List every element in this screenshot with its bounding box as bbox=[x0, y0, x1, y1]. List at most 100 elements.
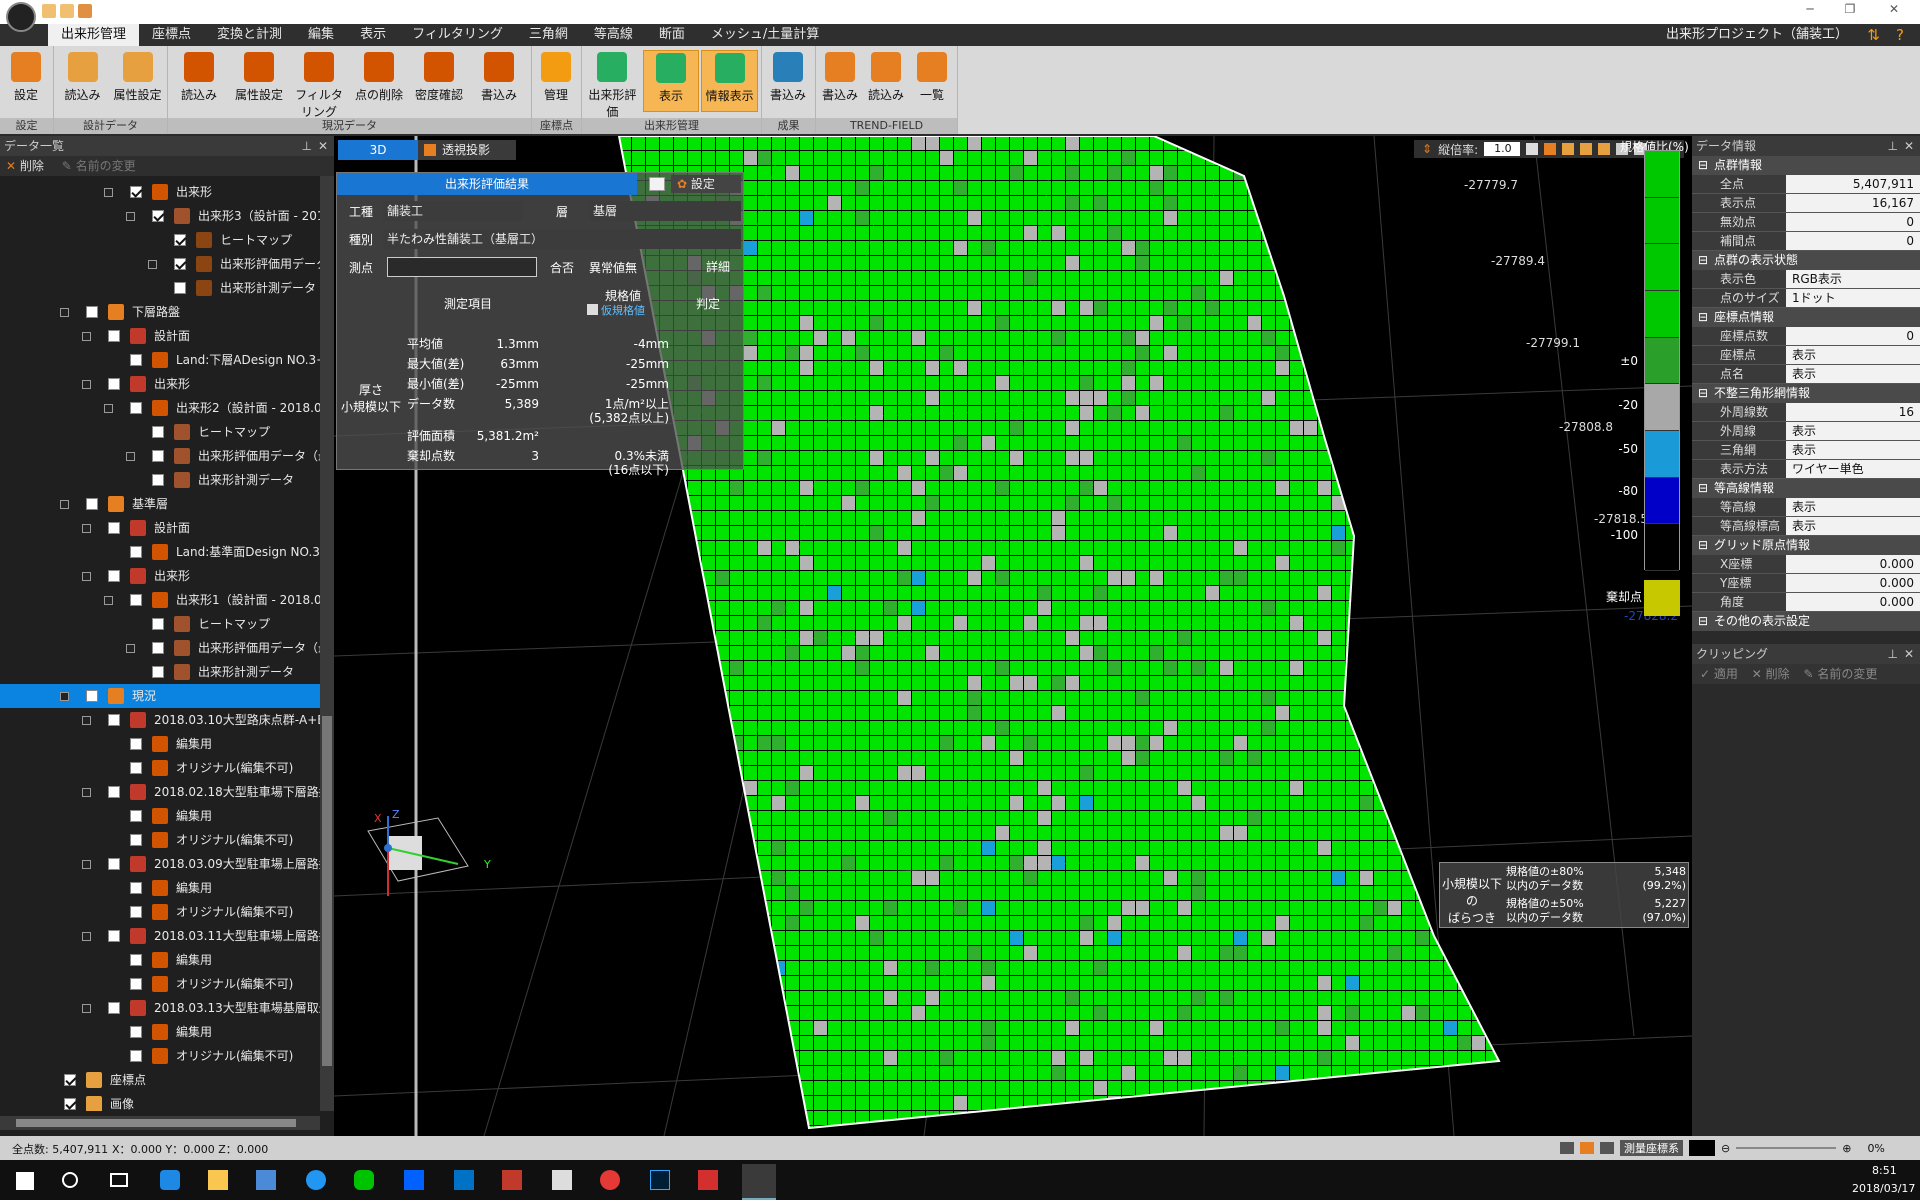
ribbon-button-4-1[interactable]: 表示 bbox=[642, 50, 700, 112]
property-value[interactable]: 表示 bbox=[1786, 517, 1920, 535]
ribbon-button-4-0[interactable]: 出来形評価 bbox=[584, 50, 641, 119]
kind-select[interactable]: 半たわみ性舗装工（基層工） bbox=[383, 229, 741, 249]
collapse-icon[interactable]: ⊟ bbox=[1698, 251, 1708, 270]
tree-item[interactable]: 2018.03.10大型路床点群-A+B格子フ bbox=[0, 708, 334, 732]
expand-toggle-icon[interactable] bbox=[82, 860, 91, 869]
tree-item[interactable]: 座標点 bbox=[0, 1068, 334, 1092]
collapse-icon[interactable]: ⊟ bbox=[1698, 384, 1708, 403]
copy-icon[interactable] bbox=[649, 177, 665, 191]
tree-checkbox[interactable] bbox=[130, 834, 142, 846]
tree-item[interactable]: 編集用 bbox=[0, 948, 334, 972]
expand-toggle-icon[interactable] bbox=[104, 188, 113, 197]
quick-access-save-icon[interactable] bbox=[78, 4, 92, 18]
tree-checkbox[interactable] bbox=[130, 738, 142, 750]
property-row[interactable]: 座標点 表示 bbox=[1692, 346, 1920, 365]
tree-item[interactable]: 出来形2（設計面 - 2018.02.18大 bbox=[0, 396, 334, 420]
clipping-delete-button[interactable]: 削除 bbox=[1766, 667, 1790, 681]
expand-toggle-icon[interactable] bbox=[126, 452, 135, 461]
property-row[interactable]: 点のサイズ 1ドット bbox=[1692, 289, 1920, 308]
tree-checkbox[interactable] bbox=[64, 1074, 76, 1086]
tree-checkbox[interactable] bbox=[108, 930, 120, 942]
tree-checkbox[interactable] bbox=[64, 1098, 76, 1110]
pin-icon[interactable]: ⊥ bbox=[302, 136, 312, 156]
tree-item[interactable]: オリジナル(編集不可) bbox=[0, 756, 334, 780]
tree-item[interactable]: 2018.03.11大型駐車場上層路盤2層目 bbox=[0, 924, 334, 948]
tree-checkbox[interactable] bbox=[130, 546, 142, 558]
property-value[interactable]: 表示 bbox=[1786, 441, 1920, 459]
vertical-scrollbar[interactable] bbox=[320, 176, 334, 1111]
delete-button[interactable]: 削除 bbox=[20, 159, 44, 173]
expand-toggle-icon[interactable] bbox=[82, 572, 91, 581]
property-value[interactable]: RGB表示 bbox=[1786, 270, 1920, 288]
collapse-icon[interactable]: ⊟ bbox=[1698, 536, 1708, 555]
property-value[interactable]: 表示 bbox=[1786, 346, 1920, 364]
quick-access-redo-icon[interactable] bbox=[60, 4, 74, 18]
view-right-icon[interactable] bbox=[1598, 143, 1611, 155]
property-section-header[interactable]: ⊟ 不整三角形網情報 bbox=[1692, 384, 1920, 403]
video-editor-icon[interactable] bbox=[552, 1170, 572, 1190]
property-row[interactable]: 点名 表示 bbox=[1692, 365, 1920, 384]
expand-toggle-icon[interactable] bbox=[126, 212, 135, 221]
property-value[interactable]: 0.000 bbox=[1786, 593, 1920, 611]
ribbon-button-2-2[interactable]: フィルタリング bbox=[290, 50, 348, 119]
start-icon[interactable] bbox=[16, 1172, 34, 1190]
collapse-icon[interactable]: ⊟ bbox=[1698, 308, 1708, 327]
property-value[interactable]: 5,407,911 bbox=[1786, 175, 1920, 193]
tree-checkbox[interactable] bbox=[174, 282, 186, 294]
tree-item[interactable]: 出来形評価用データ（最積 bbox=[0, 444, 334, 468]
coordinate-system-selector[interactable]: 測量座標系 bbox=[1620, 1140, 1683, 1156]
measure-icon[interactable] bbox=[1600, 1142, 1614, 1154]
tree-checkbox[interactable] bbox=[130, 762, 142, 774]
ribbon-button-6-0[interactable]: 書込み bbox=[818, 50, 862, 112]
menu-7[interactable]: 等高線 bbox=[581, 24, 646, 46]
detail-button[interactable]: 詳細 bbox=[697, 257, 739, 277]
tree-checkbox[interactable] bbox=[108, 522, 120, 534]
property-row[interactable]: 補間点 0 bbox=[1692, 232, 1920, 251]
property-value[interactable]: 表示 bbox=[1786, 498, 1920, 516]
ribbon-button-2-0[interactable]: 読込み bbox=[170, 50, 228, 112]
property-section-header[interactable]: ⊟ グリッド原点情報 bbox=[1692, 536, 1920, 555]
ribbon-button-4-2[interactable]: 情報表示 bbox=[701, 50, 758, 112]
sort-icon[interactable]: ⇅ bbox=[1867, 26, 1880, 44]
close-button[interactable]: ✕ bbox=[1884, 2, 1904, 20]
tree-checkbox[interactable] bbox=[130, 954, 142, 966]
tree-checkbox[interactable] bbox=[130, 186, 142, 198]
menu-4[interactable]: 表示 bbox=[347, 24, 399, 46]
tree-checkbox[interactable] bbox=[152, 618, 164, 630]
task-view-icon[interactable] bbox=[110, 1173, 128, 1187]
app-icon[interactable] bbox=[502, 1170, 522, 1190]
expand-toggle-icon[interactable] bbox=[60, 500, 69, 509]
view-left-icon[interactable] bbox=[1580, 143, 1593, 155]
ribbon-button-2-4[interactable]: 密度確認 bbox=[410, 50, 468, 112]
property-section-header[interactable]: ⊟ 点群情報 bbox=[1692, 156, 1920, 175]
menu-6[interactable]: 三角網 bbox=[516, 24, 581, 46]
property-value[interactable]: 0.000 bbox=[1786, 555, 1920, 573]
tree-checkbox[interactable] bbox=[108, 786, 120, 798]
point-input[interactable] bbox=[387, 257, 537, 277]
property-row[interactable]: 外周線数 16 bbox=[1692, 403, 1920, 422]
property-row[interactable]: Y座標 0.000 bbox=[1692, 574, 1920, 593]
ribbon-button-0-0[interactable]: 設定 bbox=[2, 50, 50, 112]
quick-access-undo-icon[interactable] bbox=[42, 4, 56, 18]
explorer-icon[interactable] bbox=[208, 1170, 228, 1190]
pin-icon[interactable]: ⊥ bbox=[1888, 136, 1898, 156]
tree-item[interactable]: 出来形 bbox=[0, 180, 334, 204]
ribbon-button-2-3[interactable]: 点の削除 bbox=[350, 50, 408, 112]
tree-checkbox[interactable] bbox=[86, 306, 98, 318]
tree-item[interactable]: Land:基準面Design NO.3+4.529 bbox=[0, 540, 334, 564]
property-row[interactable]: 等高線標高 表示 bbox=[1692, 517, 1920, 536]
property-value[interactable]: 0 bbox=[1786, 232, 1920, 250]
dropbox-icon[interactable] bbox=[404, 1170, 424, 1190]
close-panel-icon[interactable]: ✕ bbox=[1904, 136, 1914, 156]
ribbon-button-6-1[interactable]: 読込み bbox=[864, 50, 908, 112]
expand-toggle-icon[interactable] bbox=[104, 596, 113, 605]
expand-toggle-icon[interactable] bbox=[148, 260, 157, 269]
layer-select[interactable]: 基層 bbox=[589, 201, 741, 221]
collapse-icon[interactable]: ⊟ bbox=[1698, 479, 1708, 498]
tree-item[interactable]: 出来形3（設計面 - 2018.03.09大 bbox=[0, 204, 334, 228]
tree-checkbox[interactable] bbox=[152, 666, 164, 678]
menu-3[interactable]: 編集 bbox=[295, 24, 347, 46]
property-value[interactable]: 表示 bbox=[1786, 422, 1920, 440]
tab-perspective[interactable]: 透視投影 bbox=[418, 140, 516, 160]
tree-checkbox[interactable] bbox=[130, 810, 142, 822]
